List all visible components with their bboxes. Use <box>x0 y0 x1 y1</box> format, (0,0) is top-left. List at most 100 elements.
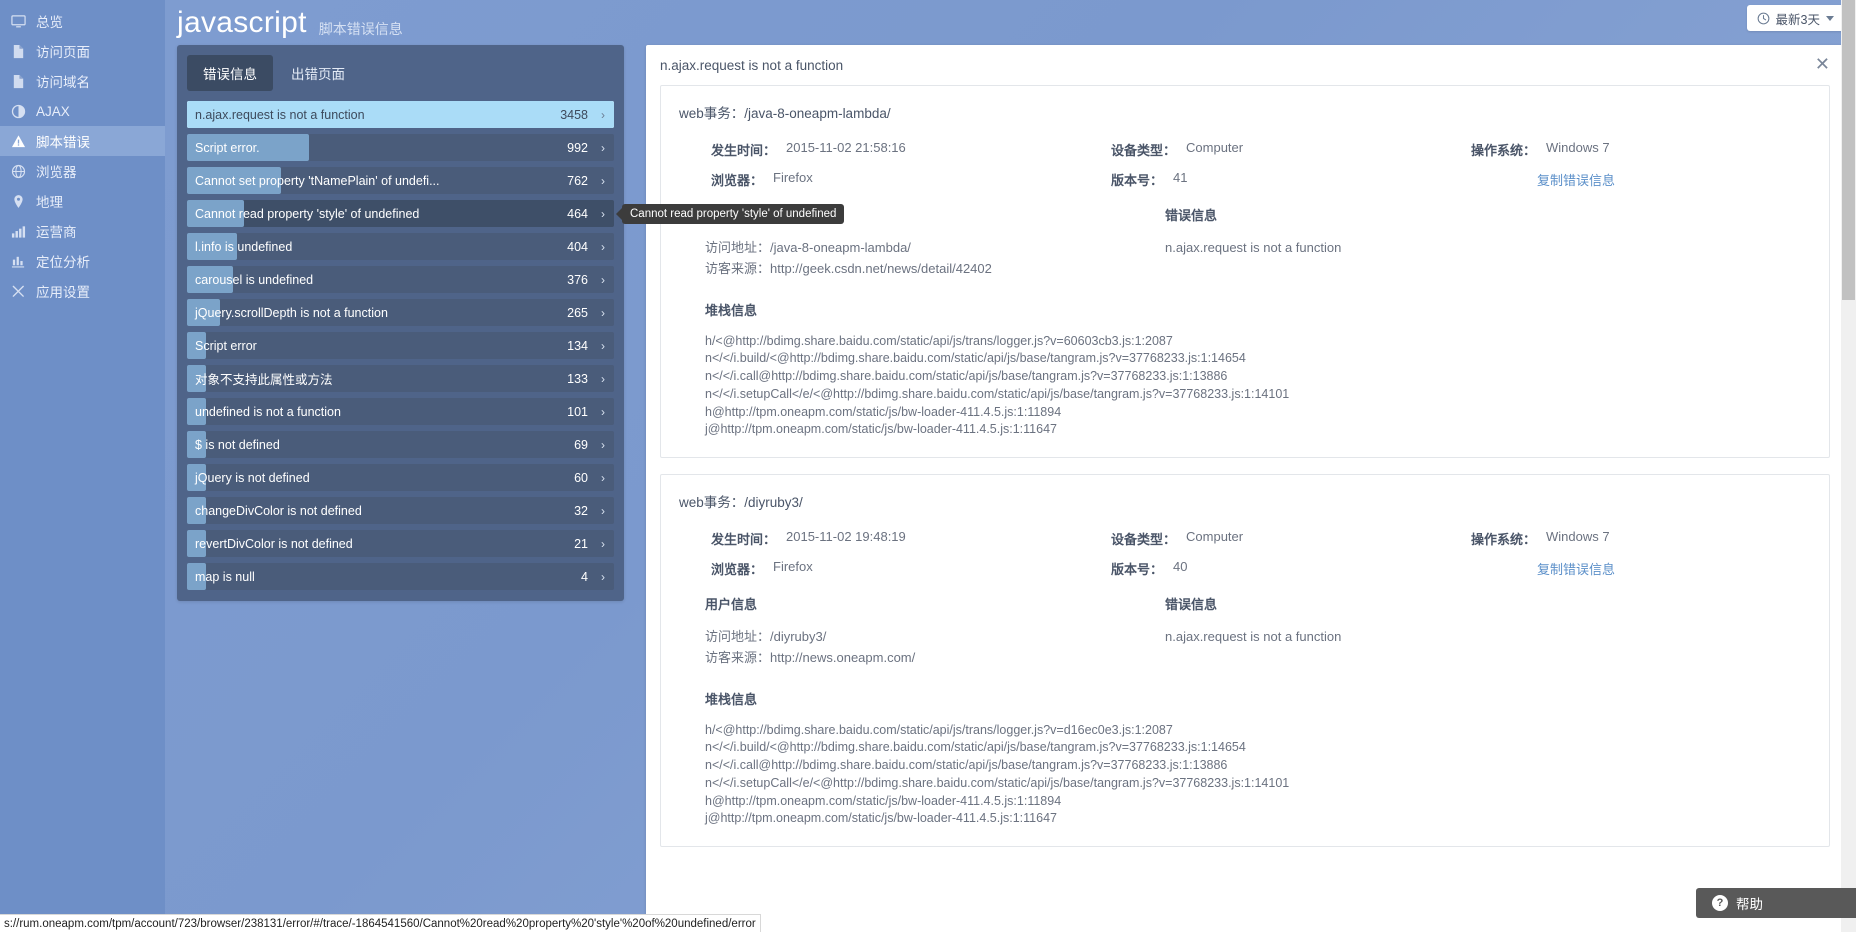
error-label: jQuery is not defined <box>195 470 310 485</box>
sidebar-item-7[interactable]: 地理 <box>0 186 165 216</box>
sidebar-item-label: 总览 <box>36 15 63 30</box>
error-list-row[interactable]: jQuery.scrollDepth is not a function 265 › <box>187 299 614 326</box>
clock-icon <box>1757 12 1770 25</box>
meta-value: 40 <box>1173 559 1188 575</box>
sidebar-item-6[interactable]: 浏览器 <box>0 156 165 186</box>
sidebar-item-5[interactable]: 脚本错误 <box>0 126 165 156</box>
error-list-row[interactable]: l.info is undefined 404 › <box>187 233 614 260</box>
error-list-row[interactable]: revertDivColor is not defined 21 › <box>187 530 614 557</box>
transaction-label: web事务： <box>679 106 745 121</box>
error-count: 69 <box>574 437 588 452</box>
error-list-row[interactable]: carousel is undefined 376 › <box>187 266 614 293</box>
chevron-right-icon: › <box>601 107 605 122</box>
sidebar-item-9[interactable]: 定位分析 <box>0 246 165 276</box>
sidebar-item-label: 访问域名 <box>36 75 90 90</box>
error-list: n.ajax.request is not a function 3458 › Scr… <box>187 101 845 590</box>
stack-line: n</</i.setupCall</e/<@http://bdimg.share… <box>705 775 1290 790</box>
error-list-row[interactable]: Script error 134 › <box>187 332 614 359</box>
meta-field: 发生时间： 2015-11-02 19:48:19 <box>711 529 1111 548</box>
meta-field: 设备类型： Computer <box>1111 140 1471 159</box>
page-scrollbar-thumb[interactable] <box>1842 0 1855 300</box>
stack-section: 堆栈信息 h/<@http://bdimg.share.baidu.com/sta… <box>705 300 1811 440</box>
detail-header: n.ajax.request is not a function <box>646 45 1844 85</box>
sidebar-item-label: 定位分析 <box>36 255 90 270</box>
tools-icon <box>10 283 26 299</box>
error-label: changeDivColor is not defined <box>195 503 362 518</box>
page-scrollbar[interactable] <box>1841 0 1856 932</box>
error-list-row[interactable]: 对象不支持此属性或方法 133 › <box>187 365 614 392</box>
chevron-right-icon: › <box>601 305 605 320</box>
stack-section: 堆栈信息 h/<@http://bdimg.share.baidu.com/sta… <box>705 689 1811 829</box>
error-label: Cannot read property 'style' of undefine… <box>195 206 420 221</box>
stack-line: n</</i.build/<@http://bdimg.share.baidu.… <box>705 351 1246 366</box>
sidebar-item-label: 应用设置 <box>36 285 90 300</box>
chevron-right-icon: › <box>601 371 605 386</box>
sidebar-item-4[interactable]: AJAX <box>0 96 165 126</box>
meta-field: 版本号： 40 <box>1111 559 1471 578</box>
main-area: javascript 脚本错误信息 最新3天 错误信息 出错页面 n.ajax.r… <box>165 0 1856 932</box>
error-count: 762 <box>567 173 588 188</box>
status-bar-url: s://rum.oneapm.com/tpm/account/723/brows… <box>0 914 761 932</box>
half-circle-icon <box>10 103 26 119</box>
copy-error-info-link[interactable]: 复制错误信息 <box>1537 170 1615 189</box>
sidebar-item-10[interactable]: 应用设置 <box>0 276 165 306</box>
error-label: undefined is not a function <box>195 404 341 419</box>
error-list-row[interactable]: Cannot read property 'style' of undefine… <box>187 200 845 227</box>
tab-1[interactable]: 错误信息 <box>187 55 273 91</box>
question-icon: ? <box>1712 895 1728 911</box>
card-info-grid: 用户信息 访问地址：/diyruby3/访客来源：http://news.onea… <box>705 594 1811 669</box>
error-list-row[interactable]: undefined is not a function 101 › <box>187 398 614 425</box>
error-count: 464 <box>567 206 588 221</box>
page-icon <box>10 43 26 59</box>
sidebar: 总览访问页面访问域名 AJAX 脚本错误 浏览器 地理 运营商定位分析应用设置 <box>0 0 165 932</box>
tab-2[interactable]: 出错页面 <box>275 55 361 91</box>
meta-key: 操作系统： <box>1471 143 1537 158</box>
sidebar-item-1[interactable]: 总览 <box>0 6 165 36</box>
page-subtitle: 脚本错误信息 <box>318 20 403 37</box>
error-list-row[interactable]: n.ajax.request is not a function 3458 › <box>187 101 614 128</box>
chevron-right-icon: › <box>601 140 605 155</box>
error-list-row[interactable]: changeDivColor is not defined 32 › <box>187 497 614 524</box>
error-count: 4 <box>581 569 588 584</box>
sidebar-item-8[interactable]: 运营商 <box>0 216 165 246</box>
meta-value: Firefox <box>773 170 813 185</box>
error-label: 对象不支持此属性或方法 <box>195 373 333 387</box>
user-info-section: 用户信息 访问地址：/diyruby3/访客来源：http://news.onea… <box>705 594 1165 669</box>
meta-key: 版本号： <box>1111 562 1164 578</box>
meta-key: 浏览器： <box>711 173 764 188</box>
close-icon[interactable]: ✕ <box>1815 55 1830 73</box>
sidebar-item-3[interactable]: 访问域名 <box>0 66 165 96</box>
stack-line: j@http://tpm.oneapm.com/static/js/bw-loa… <box>705 422 1057 437</box>
error-count: 404 <box>567 239 588 254</box>
copy-error-info-link[interactable]: 复制错误信息 <box>1537 559 1615 578</box>
card-meta-grid: 发生时间： 2015-11-02 21:58:16 设备类型： Computer 操作系… <box>711 140 1811 189</box>
globe-icon <box>10 163 26 179</box>
error-detail-panel: n.ajax.request is not a function ✕ web事务… <box>646 45 1844 932</box>
error-list-row[interactable]: Script error. 992 › <box>187 134 614 161</box>
meta-field: 版本号： 41 <box>1111 170 1471 189</box>
meta-value: Windows 7 <box>1546 529 1610 545</box>
error-label: jQuery.scrollDepth is not a function <box>195 305 388 320</box>
error-detail-card: web事务：/diyruby3/发生时间： 2015-11-02 19:48:19… <box>660 474 1830 848</box>
sidebar-item-2[interactable]: 访问页面 <box>0 36 165 66</box>
help-label: 帮助 <box>1736 897 1763 912</box>
time-range-picker[interactable]: 最新3天 <box>1746 5 1844 31</box>
error-list-row[interactable]: $ is not defined 69 › <box>187 431 614 458</box>
chevron-right-icon: › <box>601 206 605 221</box>
error-row-tooltip: Cannot read property 'style' of undefine… <box>622 203 845 224</box>
error-list-row[interactable]: map is null 4 › <box>187 563 614 590</box>
error-list-row[interactable]: jQuery is not defined 60 › <box>187 464 614 491</box>
error-info-section: 错误信息 n.ajax.request is not a function <box>1165 205 1811 280</box>
error-detail-card: web事务：/java-8-oneapm-lambda/发生时间： 2015-11… <box>660 85 1830 459</box>
time-range-label: 最新3天 <box>1775 12 1820 27</box>
transaction-value: /diyruby3/ <box>744 495 803 511</box>
user-info-title: 用户信息 <box>705 597 758 613</box>
card-transaction: web事务：/java-8-oneapm-lambda/ <box>679 102 1811 122</box>
help-button[interactable]: ? 帮助 <box>1696 888 1856 918</box>
meta-value: Computer <box>1186 140 1244 155</box>
error-list-row[interactable]: Cannot set property 'tNamePlain' of unde… <box>187 167 614 194</box>
error-info-title: 错误信息 <box>1165 208 1218 223</box>
error-count: 21 <box>574 536 588 551</box>
bar-chart-icon <box>10 223 26 239</box>
meta-key: 设备类型： <box>1111 143 1177 158</box>
